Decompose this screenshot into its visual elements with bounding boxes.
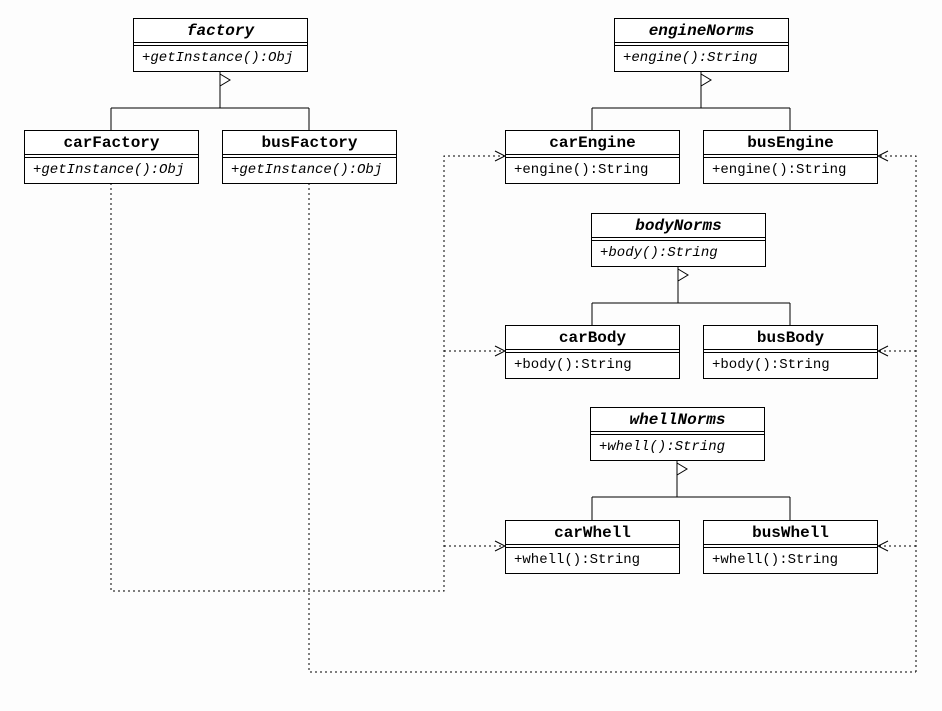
class-method: +getInstance():Obj <box>134 46 307 71</box>
class-busFactory: busFactory +getInstance():Obj <box>222 130 397 184</box>
class-title: busBody <box>704 326 877 350</box>
gen-factory <box>111 70 309 130</box>
class-title: carWhell <box>506 521 679 545</box>
class-method: +whell():String <box>591 435 764 460</box>
class-title: carEngine <box>506 131 679 155</box>
gen-bodyNorms <box>592 265 790 325</box>
gen-engineNorms <box>592 70 790 130</box>
class-title: whellNorms <box>591 408 764 432</box>
class-method: +engine():String <box>615 46 788 71</box>
class-busBody: busBody +body():String <box>703 325 878 379</box>
class-method: +getInstance():Obj <box>223 158 396 183</box>
class-method: +body():String <box>704 353 877 378</box>
class-carEngine: carEngine +engine():String <box>505 130 680 184</box>
class-busWhell: busWhell +whell():String <box>703 520 878 574</box>
class-title: bodyNorms <box>592 214 765 238</box>
class-method: +whell():String <box>704 548 877 573</box>
class-method: +body():String <box>506 353 679 378</box>
class-factory: factory +getInstance():Obj <box>133 18 308 72</box>
class-carBody: carBody +body():String <box>505 325 680 379</box>
class-title: carFactory <box>25 131 198 155</box>
class-whellNorms: whellNorms +whell():String <box>590 407 765 461</box>
class-method: +engine():String <box>704 158 877 183</box>
class-carFactory: carFactory +getInstance():Obj <box>24 130 199 184</box>
class-title: busEngine <box>704 131 877 155</box>
class-title: busFactory <box>223 131 396 155</box>
class-title: factory <box>134 19 307 43</box>
class-title: carBody <box>506 326 679 350</box>
dep-carFactory-carEngine <box>111 156 505 591</box>
class-engineNorms: engineNorms +engine():String <box>614 18 789 72</box>
class-title: busWhell <box>704 521 877 545</box>
gen-whellNorms <box>592 459 790 520</box>
class-method: +engine():String <box>506 158 679 183</box>
dependencies <box>111 156 916 672</box>
class-bodyNorms: bodyNorms +body():String <box>591 213 766 267</box>
dep-busFactory-busEngine <box>878 156 916 672</box>
class-carWhell: carWhell +whell():String <box>505 520 680 574</box>
class-method: +whell():String <box>506 548 679 573</box>
class-method: +body():String <box>592 241 765 266</box>
class-method: +getInstance():Obj <box>25 158 198 183</box>
class-title: engineNorms <box>615 19 788 43</box>
uml-diagram: factory +getInstance():Obj carFactory +g… <box>0 0 942 711</box>
class-busEngine: busEngine +engine():String <box>703 130 878 184</box>
